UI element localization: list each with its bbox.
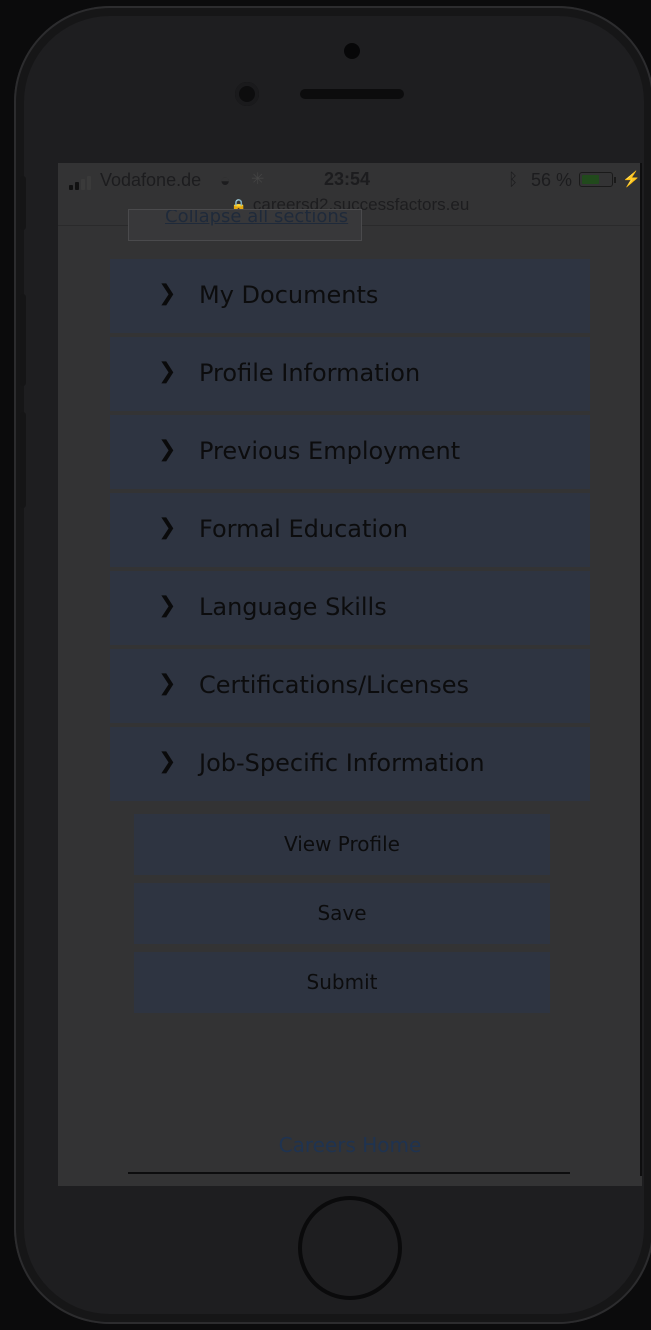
status-bar: Vodafone.de ◒ ✳ 23:54 ᛒ 56 % ⚡ [58,163,642,195]
chevron-right-icon: ❯ [158,437,177,462]
volume-down-button [20,412,26,508]
collapse-all-sections-label: Collapse all sections [165,209,349,227]
view-profile-button[interactable]: View Profile [134,814,550,875]
section-certifications-licenses[interactable]: ❯ Certifications/Licenses [110,649,590,723]
footer-divider [128,1172,570,1174]
section-label: Profile Information [199,359,421,387]
earpiece-speaker [300,89,404,99]
section-language-skills[interactable]: ❯ Language Skills [110,571,590,645]
bluetooth-icon: ᛒ [508,170,519,189]
battery-icon [579,172,613,187]
page-edge-line [640,163,642,1176]
chevron-right-icon: ❯ [158,515,177,540]
battery-percentage: 56 % [531,170,573,190]
profile-sections: ❯ My Documents ❯ Profile Information ❯ P… [110,259,590,805]
chevron-right-icon: ❯ [158,281,177,306]
section-job-specific-information[interactable]: ❯ Job-Specific Information [110,727,590,801]
section-profile-information[interactable]: ❯ Profile Information [110,337,590,411]
section-label: Certifications/Licenses [199,671,470,699]
front-camera [235,82,259,106]
chevron-right-icon: ❯ [158,593,177,618]
collapse-all-sections-button[interactable]: Collapse all sections [128,209,362,241]
submit-button[interactable]: Submit [134,952,550,1013]
careers-home-link[interactable]: Careers Home [58,1133,642,1157]
sensor-dot [344,43,360,59]
wifi-icon: ◒ [220,171,231,190]
chevron-right-icon: ❯ [158,671,177,696]
save-button[interactable]: Save [134,883,550,944]
clock: 23:54 [324,169,371,189]
home-button[interactable] [298,1196,402,1300]
form-actions: View Profile Save Submit [134,814,550,1021]
activity-spinner-icon: ✳ [251,171,265,188]
phone-frame: Vodafone.de ◒ ✳ 23:54 ᛒ 56 % ⚡ 🔒 careersd… [14,6,651,1324]
signal-strength-icon [69,176,91,190]
section-my-documents[interactable]: ❯ My Documents [110,259,590,333]
section-formal-education[interactable]: ❯ Formal Education [110,493,590,567]
chevron-right-icon: ❯ [158,749,177,774]
mute-switch [20,176,26,230]
carrier-name: Vodafone.de [100,170,202,190]
section-label: Language Skills [199,593,387,621]
section-label: Job-Specific Information [199,749,485,777]
chevron-right-icon: ❯ [158,359,177,384]
section-previous-employment[interactable]: ❯ Previous Employment [110,415,590,489]
section-label: My Documents [199,281,379,309]
battery-tip [614,177,616,183]
section-label: Formal Education [199,515,408,543]
screen: Vodafone.de ◒ ✳ 23:54 ᛒ 56 % ⚡ 🔒 careersd… [58,163,642,1186]
charging-icon: ⚡ [622,171,641,188]
section-label: Previous Employment [199,437,461,465]
volume-up-button [20,294,26,386]
